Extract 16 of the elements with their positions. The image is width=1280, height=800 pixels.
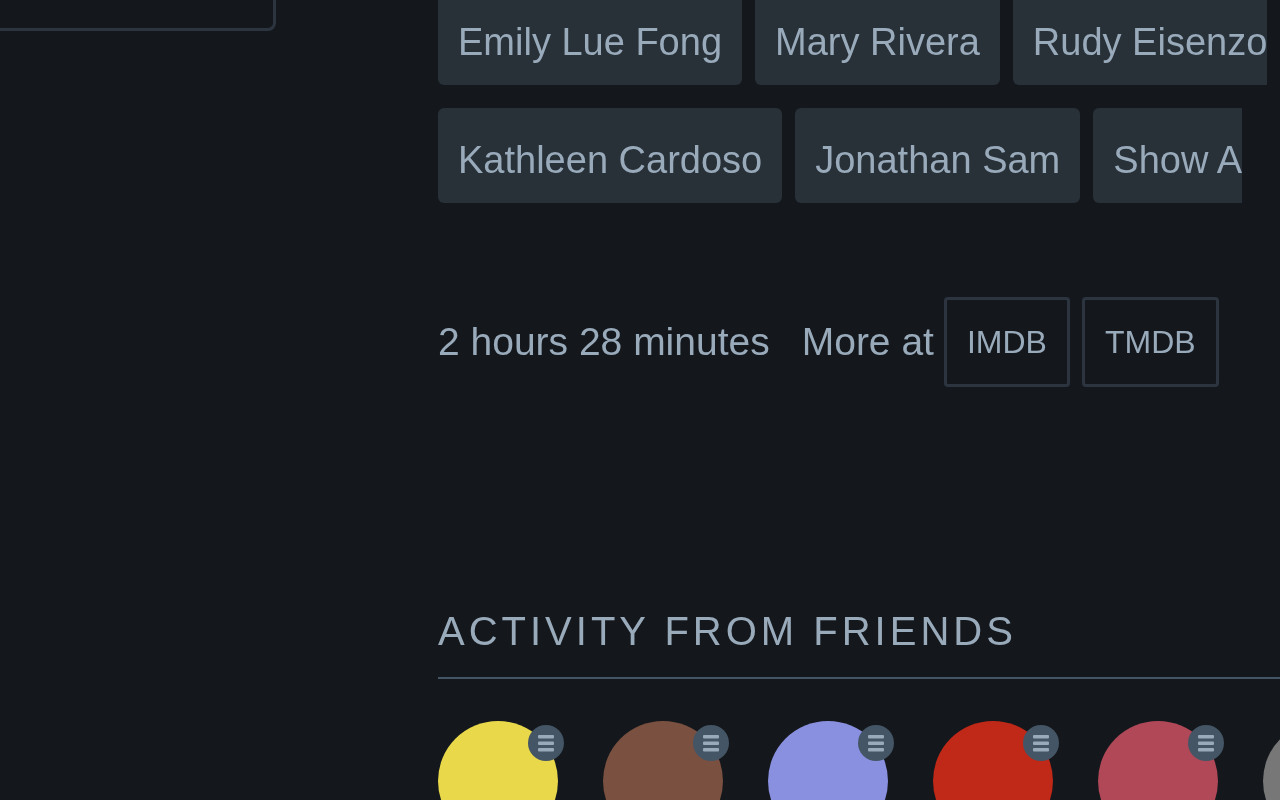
list-icon: [528, 725, 564, 761]
list-icon: [1188, 725, 1224, 761]
list-icon: [1023, 725, 1059, 761]
runtime-text: 2 hours 28 minutes: [438, 320, 770, 364]
cast-link[interactable]: Jonathan Sam: [795, 108, 1081, 203]
cast-link[interactable]: Rudy Eisenzo: [1012, 0, 1268, 85]
cast-link[interactable]: Kathleen Cardoso: [438, 108, 783, 203]
external-link-button[interactable]: IMDB: [943, 297, 1070, 387]
cast-link[interactable]: Mary Rivera: [755, 0, 1000, 85]
cast-link[interactable]: Show A: [1093, 108, 1243, 203]
section-heading: ACTIVITY FROM FRIENDS: [438, 609, 1280, 679]
more-at-label: More at: [801, 320, 934, 364]
list-icon: [858, 725, 894, 761]
list-icon: [693, 725, 729, 761]
external-link-button[interactable]: TMDB: [1081, 297, 1219, 387]
cast-link[interactable]: Emily Lue Fong: [438, 0, 742, 85]
